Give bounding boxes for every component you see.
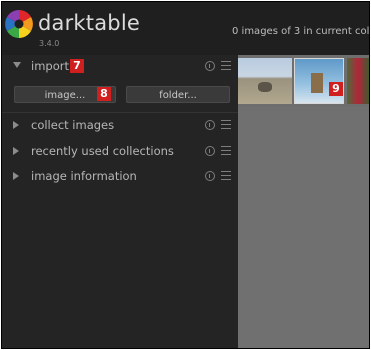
darktable-window: darktable 3.4.0 0 images of 3 in current… (1, 1, 370, 349)
module-collect-images-header[interactable]: collect images (2, 114, 238, 138)
thumbnail-sky-selected[interactable] (294, 58, 344, 104)
app-title: darktable (38, 11, 140, 35)
thumbnail-content (258, 82, 272, 92)
reset-icon[interactable] (205, 171, 215, 181)
collapse-arrow-icon (13, 121, 19, 129)
import-folder-button[interactable]: folder... (126, 86, 230, 103)
left-panel: import 7 image... 8 folder... collect im… (2, 55, 238, 348)
expand-arrow-icon (13, 62, 21, 68)
annotation-badge-9: 9 (329, 82, 343, 96)
collapse-arrow-icon (13, 147, 19, 155)
import-folder-button-label: folder... (159, 90, 197, 101)
app-version: 3.4.0 (39, 39, 60, 48)
reset-icon[interactable] (205, 146, 215, 156)
darktable-logo-icon (5, 10, 33, 38)
annotation-badge-7: 7 (70, 59, 84, 73)
module-image-information-header[interactable]: image information (2, 165, 238, 189)
module-label-recent-collections: recently used collections (31, 144, 174, 158)
reset-icon[interactable] (205, 120, 215, 130)
module-label-collect-images: collect images (31, 118, 115, 132)
module-label-image-information: image information (31, 169, 137, 183)
import-image-button-label: image... (44, 90, 86, 101)
thumbnail-strip: 9 (238, 55, 369, 107)
presets-menu-icon[interactable] (221, 120, 231, 129)
module-divider (2, 112, 238, 113)
presets-menu-icon[interactable] (221, 61, 231, 70)
reset-icon[interactable] (205, 61, 215, 71)
presets-menu-icon[interactable] (221, 171, 231, 180)
module-import-header[interactable]: import 7 (2, 55, 238, 79)
thumbnail-flowers[interactable] (347, 58, 369, 104)
module-label-import: import (31, 59, 69, 73)
module-recent-collections-header[interactable]: recently used collections (2, 140, 238, 164)
collapse-arrow-icon (13, 172, 19, 180)
top-header: darktable 3.4.0 0 images of 3 in current… (2, 2, 369, 55)
import-module-body: image... 8 folder... (2, 79, 238, 111)
thumbnail-beach[interactable] (238, 58, 292, 104)
annotation-badge-8: 8 (97, 87, 111, 101)
collection-count-label: 0 images of 3 in current collection (232, 26, 370, 37)
presets-menu-icon[interactable] (221, 146, 231, 155)
thumbnail-content (311, 73, 323, 93)
lighttable-center-view: 9 (238, 55, 369, 348)
